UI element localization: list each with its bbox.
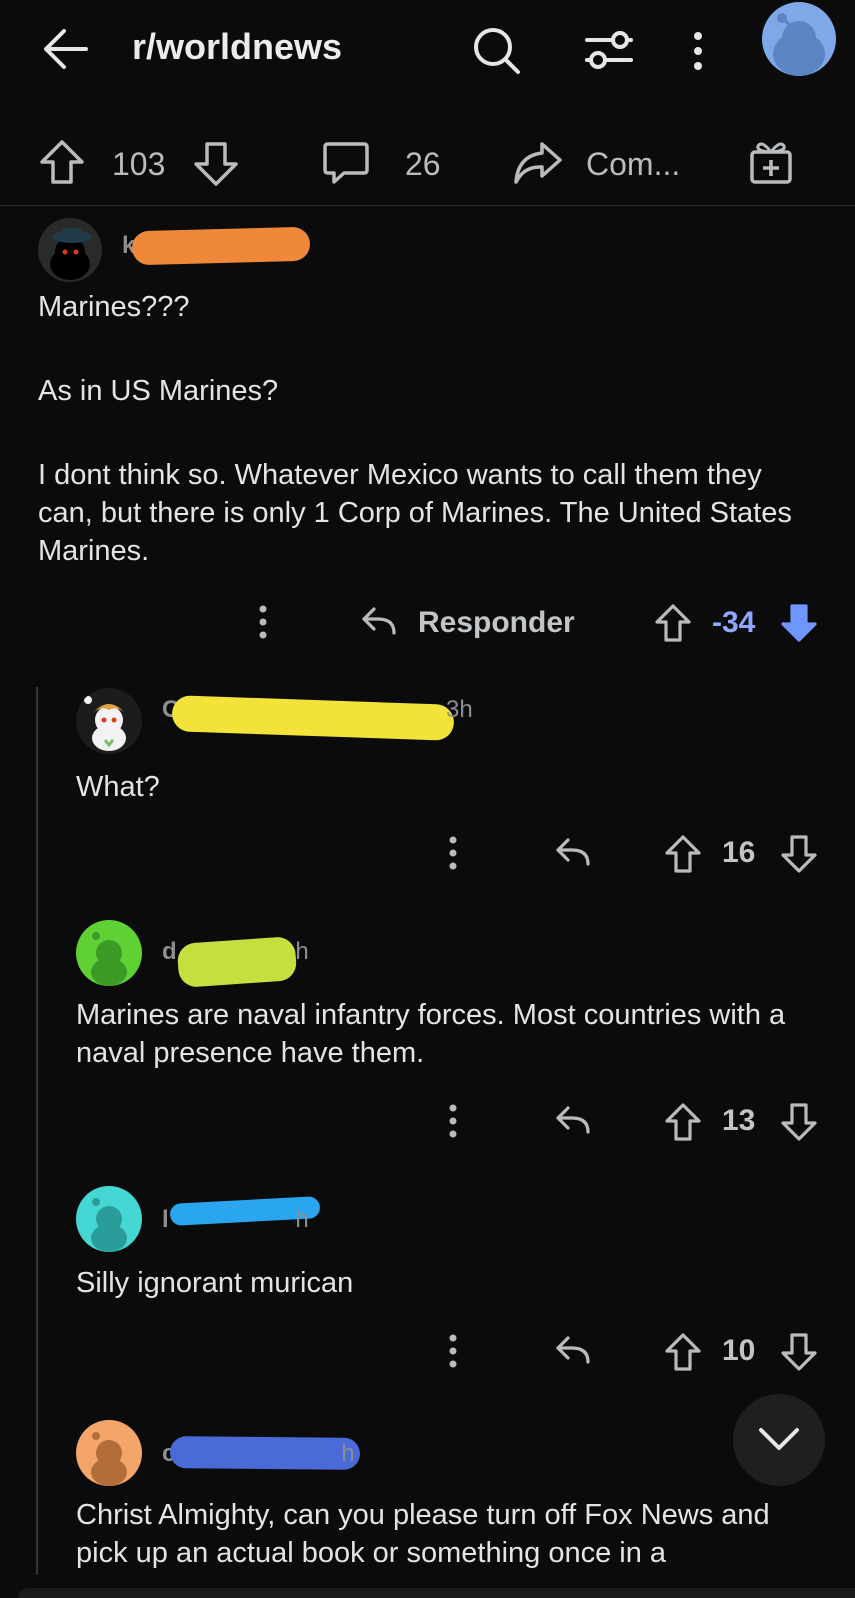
comment-score: 16: [722, 836, 756, 869]
upvote-icon[interactable]: [664, 1102, 702, 1142]
comment-score: 13: [722, 1104, 756, 1137]
reply-icon[interactable]: [358, 605, 398, 639]
more-options-icon[interactable]: [448, 1104, 458, 1138]
username-redaction: [169, 1436, 361, 1470]
scroll-down-button[interactable]: [733, 1394, 825, 1486]
bottom-sheet-edge: [18, 1588, 855, 1598]
subreddit-title[interactable]: r/worldnews: [132, 26, 342, 68]
comment-paragraph: What?: [76, 771, 160, 803]
upvote-icon[interactable]: [38, 138, 86, 186]
avatar[interactable]: [76, 1420, 142, 1486]
comment-time: 3h: [446, 696, 473, 723]
comment-body: Silly ignorant murican: [76, 1264, 816, 1302]
more-options-icon[interactable]: [448, 836, 458, 870]
upvote-icon[interactable]: [664, 1332, 702, 1372]
comment-paragraph: As in US Marines?: [38, 375, 279, 407]
comment-paragraph: Silly ignorant murican: [76, 1267, 354, 1299]
filter-icon[interactable]: [584, 28, 634, 72]
comment-body: What?: [76, 768, 816, 806]
back-arrow-icon[interactable]: [40, 24, 90, 74]
upvote-count: 103: [112, 146, 166, 182]
username-redaction: [176, 935, 298, 989]
comment-paragraph: Christ Almighty, can you please turn off…: [76, 1499, 770, 1569]
comment-paragraph: I dont think so. Whatever Mexico wants t…: [38, 459, 792, 567]
avatar[interactable]: [76, 688, 142, 754]
reply-button[interactable]: Responder: [418, 606, 575, 640]
downvote-icon[interactable]: [780, 1102, 818, 1142]
reply-icon[interactable]: [552, 1334, 592, 1368]
username-redaction: [131, 226, 311, 266]
comment-body: Marines??? As in US Marines? I dont thin…: [38, 288, 818, 570]
comment-score: -34: [712, 606, 756, 639]
avatar[interactable]: [762, 2, 836, 76]
top-bar: r/worldnews: [0, 0, 855, 100]
comment-body: Marines are naval infantry forces. Most …: [76, 996, 816, 1072]
comment-count: 26: [405, 146, 441, 182]
share-icon[interactable]: [512, 140, 564, 186]
gift-icon[interactable]: [748, 138, 794, 186]
comment-score: 10: [722, 1334, 756, 1367]
downvote-icon[interactable]: [780, 834, 818, 874]
more-options-icon[interactable]: [258, 605, 268, 639]
share-label[interactable]: Com...: [586, 146, 680, 183]
comment-body: Christ Almighty, can you please turn off…: [76, 1496, 816, 1572]
post-action-bar: 103 26 Com...: [0, 110, 855, 206]
chevron-down-icon: [757, 1424, 801, 1454]
reply-icon[interactable]: [552, 1104, 592, 1138]
comment-paragraph: Marines are naval infantry forces. Most …: [76, 999, 786, 1069]
comment-icon[interactable]: [322, 140, 370, 186]
more-vertical-icon[interactable]: [690, 30, 706, 72]
comment-username[interactable]: d: [162, 938, 177, 966]
downvote-icon[interactable]: [192, 140, 240, 188]
thread-line: [36, 687, 38, 1575]
more-options-icon[interactable]: [448, 1334, 458, 1368]
avatar[interactable]: [76, 1186, 142, 1252]
upvote-icon[interactable]: [664, 834, 702, 874]
reply-icon[interactable]: [552, 836, 592, 870]
comment-paragraph: Marines???: [38, 291, 190, 323]
comment-username[interactable]: l: [162, 1206, 169, 1234]
downvote-icon[interactable]: [780, 603, 818, 643]
search-icon[interactable]: [470, 24, 522, 76]
upvote-icon[interactable]: [654, 603, 692, 643]
username-redaction: [171, 695, 455, 741]
avatar[interactable]: [38, 218, 102, 282]
downvote-icon[interactable]: [780, 1332, 818, 1372]
avatar[interactable]: [76, 920, 142, 986]
